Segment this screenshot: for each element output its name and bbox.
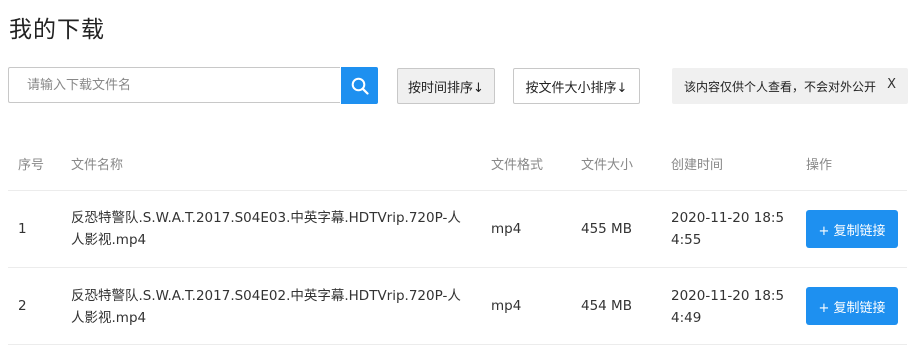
row-divider xyxy=(8,344,907,345)
file-name: 反恐特警队.S.W.A.T.2017.S04E03.中英字幕.HDTVrip.7… xyxy=(71,210,461,248)
created-time: 2020-11-20 18:54:55 xyxy=(671,210,785,248)
row-divider xyxy=(8,267,907,268)
column-header-index: 序号 xyxy=(18,158,45,173)
copy-link-button[interactable]: + 复制链接 xyxy=(806,210,898,248)
search-box xyxy=(8,67,340,103)
close-icon[interactable]: X xyxy=(887,77,896,92)
row-index: 1 xyxy=(18,221,27,237)
created-time: 2020-11-20 18:54:49 xyxy=(671,288,785,326)
sort-by-time-button[interactable]: 按时间排序↓ xyxy=(397,68,495,104)
column-header-action: 操作 xyxy=(806,158,833,173)
file-size: 455 MB xyxy=(581,221,632,237)
notice-text: 该内容仅供个人查看，不会对外公开 xyxy=(684,79,877,94)
row-divider xyxy=(8,190,907,191)
page-title: 我的下载 xyxy=(9,17,105,43)
search-input[interactable] xyxy=(9,68,340,102)
column-header-created: 创建时间 xyxy=(671,158,724,173)
file-name: 反恐特警队.S.W.A.T.2017.S04E02.中英字幕.HDTVrip.7… xyxy=(71,288,461,326)
column-header-size: 文件大小 xyxy=(581,158,634,173)
search-icon xyxy=(351,77,369,95)
column-header-format: 文件格式 xyxy=(491,158,544,173)
file-size: 454 MB xyxy=(581,298,632,314)
file-format: mp4 xyxy=(491,298,522,314)
column-header-name: 文件名称 xyxy=(71,158,124,173)
copy-link-button[interactable]: + 复制链接 xyxy=(806,287,898,325)
file-format: mp4 xyxy=(491,221,522,237)
search-button[interactable] xyxy=(341,67,378,104)
privacy-notice: 该内容仅供个人查看，不会对外公开 X xyxy=(672,68,908,104)
row-index: 2 xyxy=(18,298,27,314)
sort-by-size-button[interactable]: 按文件大小排序↓ xyxy=(513,68,640,104)
